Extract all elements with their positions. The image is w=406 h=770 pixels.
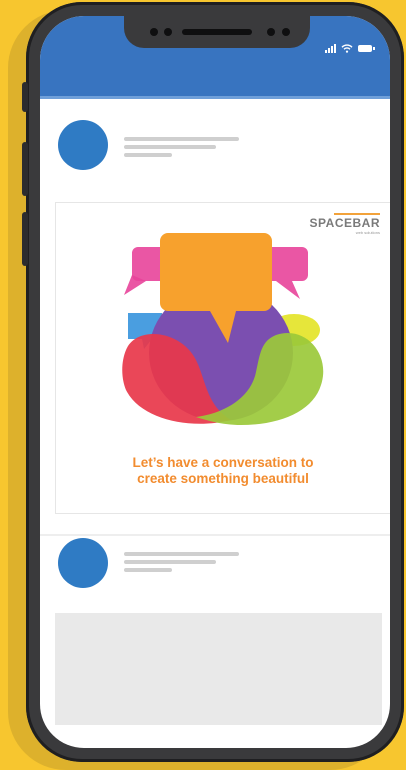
speech-bubble-icon [122, 233, 324, 425]
wifi-icon [341, 44, 353, 53]
text-placeholder [124, 560, 216, 564]
image-placeholder[interactable] [55, 613, 382, 725]
camera-icon [164, 28, 172, 36]
battery-icon [358, 45, 375, 52]
signal-icon [325, 44, 336, 53]
caption-line-1: Let’s have a conversation to [132, 455, 314, 470]
notch [124, 16, 310, 48]
phone-frame: SPACEBAR web solutions Let’s have a conv… [22, 2, 404, 762]
post-divider [40, 534, 390, 536]
text-placeholder [124, 568, 172, 572]
username-placeholder [124, 552, 239, 556]
front-camera-icon [282, 28, 290, 36]
post-image[interactable]: SPACEBAR web solutions Let’s have a conv… [55, 202, 390, 514]
mute-switch [22, 82, 28, 112]
text-placeholder [124, 145, 216, 149]
status-bar [325, 44, 375, 53]
sensor-icon [150, 28, 158, 36]
post-header [40, 120, 390, 190]
caption-line-2: create something beautiful [137, 471, 309, 486]
avatar[interactable] [58, 120, 108, 170]
speaker-grille [182, 29, 252, 35]
text-placeholder [124, 153, 172, 157]
avatar[interactable] [58, 538, 108, 588]
post-header [40, 538, 390, 608]
phone-screen: SPACEBAR web solutions Let’s have a conv… [40, 16, 390, 748]
volume-up-button [22, 142, 28, 196]
volume-down-button [22, 212, 28, 266]
sensor-icon [267, 28, 275, 36]
username-placeholder [124, 137, 239, 141]
